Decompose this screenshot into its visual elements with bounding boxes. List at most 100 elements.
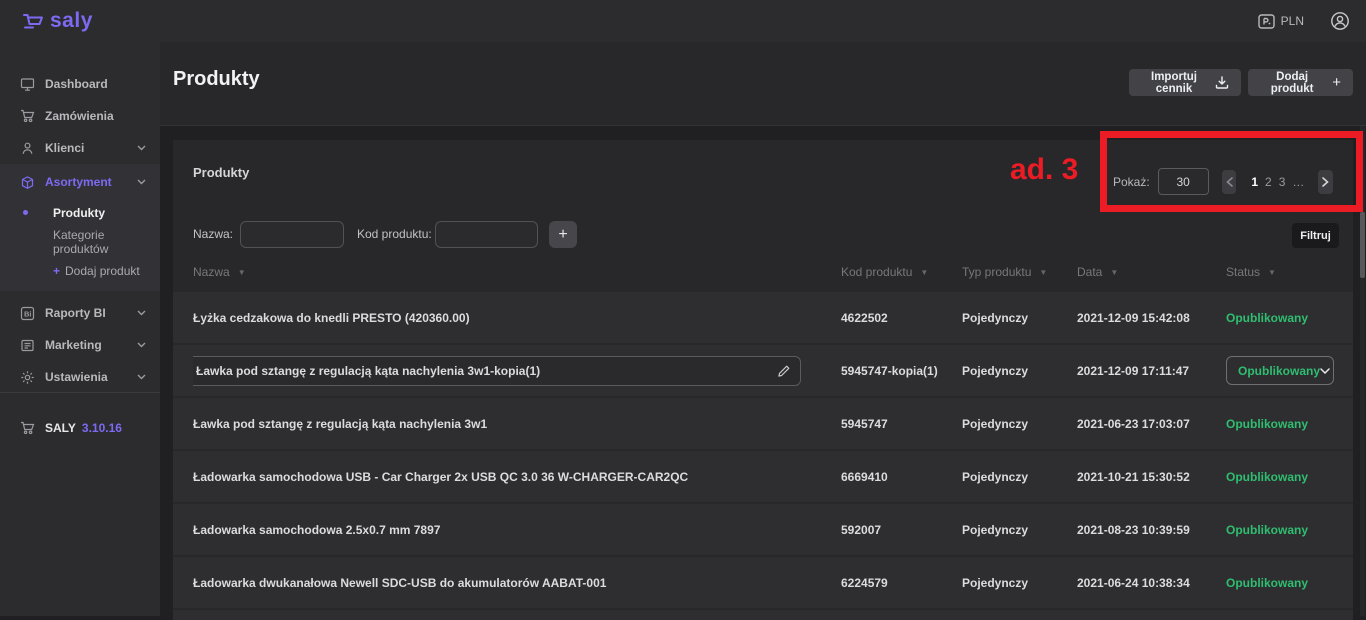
app-logo[interactable]: saly	[22, 9, 93, 33]
currency-label: PLN	[1281, 14, 1304, 28]
next-page-button[interactable]	[1318, 170, 1333, 194]
sort-icon: ▼	[1110, 268, 1118, 277]
table-row[interactable]: Ławka pod sztangę z regulacją kąta nachy…	[173, 398, 1353, 449]
status-badge[interactable]: Opublikowany	[1226, 417, 1308, 431]
currency-selector[interactable]: PLN	[1258, 14, 1304, 29]
sidebar-item-ustawienia[interactable]: Ustawienia	[0, 361, 160, 393]
status-badge[interactable]: Opublikowany	[1226, 311, 1308, 325]
page-number[interactable]: 2	[1265, 175, 1272, 189]
sidebar-subitem-dodaj-produkt[interactable]: + Dodaj produkt	[0, 256, 160, 285]
product-code: 6224579	[841, 576, 962, 590]
sidebar-label: Marketing	[45, 338, 102, 352]
gear-icon	[20, 370, 35, 385]
sidebar-footer: SALY 3.10.16	[0, 392, 160, 441]
chevron-down-icon	[137, 310, 146, 316]
column-header-kod[interactable]: Kod produktu▼	[841, 265, 962, 279]
logo-text: saly	[50, 9, 93, 33]
chevron-down-icon	[137, 342, 146, 348]
filter-bar: Nazwa: Kod produktu: + Filtruj	[173, 214, 1353, 254]
download-icon	[1215, 76, 1229, 89]
sidebar-item-klienci[interactable]: Klienci	[0, 132, 160, 164]
product-code: 4622502	[841, 311, 962, 325]
name-filter-input[interactable]	[240, 221, 344, 248]
table-row[interactable]: Ławka pod sztangę z regulacją kąta nachy…	[173, 345, 1353, 396]
pagination: Pokaż: 123…	[1113, 158, 1333, 205]
table-header: Nazwa▼ Kod produktu▼ Typ produktu▼ Data▼…	[173, 258, 1353, 286]
status-badge[interactable]: Opublikowany	[1226, 523, 1308, 537]
news-icon	[20, 338, 35, 353]
page-number[interactable]: 1	[1251, 175, 1258, 189]
table-row[interactable]: Ładowarka samochodowa USB - Car Charger …	[173, 451, 1353, 502]
product-type: Pojedynczy	[962, 470, 1077, 484]
svg-text:Bi: Bi	[24, 309, 32, 318]
page-size-input[interactable]	[1158, 168, 1209, 195]
page-numbers[interactable]: 123 …	[1251, 175, 1304, 189]
account-icon[interactable]	[1330, 11, 1350, 31]
chevron-down-icon	[137, 374, 146, 380]
sidebar-label: Ustawienia	[45, 370, 108, 384]
column-header-status[interactable]: Status▼	[1226, 265, 1366, 279]
monitor-icon	[20, 77, 35, 92]
page-number[interactable]: 3	[1279, 175, 1286, 189]
plus-icon: +	[1332, 74, 1341, 91]
add-filter-button[interactable]: +	[549, 221, 577, 248]
sidebar-item-asortyment[interactable]: Asortyment	[0, 166, 160, 198]
cart-icon	[20, 421, 35, 435]
filter-button[interactable]: Filtruj	[1292, 223, 1339, 248]
column-header-data[interactable]: Data▼	[1077, 265, 1226, 279]
sidebar-item-marketing[interactable]: Marketing	[0, 329, 160, 361]
table-row-partial	[173, 610, 1353, 620]
import-pricelist-button[interactable]: Importuj cennik	[1129, 69, 1241, 96]
status-dropdown[interactable]: Opublikowany	[1226, 356, 1334, 385]
table-row[interactable]: Ładowarka dwukanałowa Newell SDC-USB do …	[173, 557, 1353, 608]
name-filter-label: Nazwa:	[193, 227, 233, 241]
status-badge[interactable]: Opublikowany	[1226, 470, 1308, 484]
table-row[interactable]: Ładowarka samochodowa 2.5x0.7 mm 7897 Ła…	[173, 504, 1353, 555]
add-product-button[interactable]: Dodaj produkt +	[1248, 69, 1353, 96]
page-header: Produkty Importuj cennik Dodaj produkt +	[160, 42, 1366, 126]
product-date: 2021-08-23 10:39:59	[1077, 523, 1226, 537]
product-date: 2021-12-09 15:42:08	[1077, 311, 1226, 325]
page-number[interactable]: …	[1292, 175, 1304, 189]
package-icon	[20, 175, 35, 190]
scrollbar-track[interactable]	[1360, 126, 1365, 616]
prev-page-button[interactable]	[1222, 170, 1237, 194]
add-button-label: Dodaj produkt	[1260, 71, 1324, 95]
scrollbar-thumb[interactable]	[1360, 212, 1365, 278]
product-name: Ładowarka dwukanałowa Newell SDC-USB do …	[193, 576, 606, 590]
page-title: Produkty	[173, 68, 260, 91]
panel-title: Produkty	[193, 165, 249, 180]
sidebar-item-zamowienia[interactable]: Zamówienia	[0, 100, 160, 132]
sidebar: Dashboard Zamówienia Klienci Asortym	[0, 42, 160, 616]
sidebar-label: Raporty BI	[45, 306, 106, 320]
product-name: Łyżka cedzakowa do knedli PRESTO (420360…	[193, 311, 470, 325]
product-type: Pojedynczy	[962, 417, 1077, 431]
sidebar-sublabel: Produkty	[53, 206, 105, 220]
sidebar-item-dashboard[interactable]: Dashboard	[0, 68, 160, 100]
topbar: saly PLN	[0, 0, 1366, 42]
status-badge[interactable]: Opublikowany	[1226, 576, 1308, 590]
import-button-label: Importuj cennik	[1141, 71, 1207, 95]
plus-icon: +	[53, 264, 60, 278]
sidebar-item-raporty-bi[interactable]: Bi Raporty BI	[0, 297, 160, 329]
app-version: SALY 3.10.16	[0, 415, 160, 441]
product-name: Ładowarka samochodowa USB - Car Charger …	[193, 470, 688, 484]
product-type: Pojedynczy	[962, 523, 1077, 537]
sidebar-label: Asortyment	[45, 175, 112, 189]
product-date: 2021-06-23 17:03:07	[1077, 417, 1226, 431]
cart-logo-icon	[22, 11, 46, 31]
product-name: Ładowarka samochodowa 2.5x0.7 mm 7897	[193, 523, 440, 537]
person-icon	[20, 141, 35, 156]
product-name-input[interactable]: Ławka pod sztangę z regulacją kąta nachy…	[193, 356, 801, 386]
sidebar-group-asortyment: Asortyment Produkty Kategorie produktów …	[0, 164, 160, 291]
sidebar-subitem-produkty[interactable]: Produkty	[0, 198, 160, 227]
column-header-typ[interactable]: Typ produktu▼	[962, 265, 1077, 279]
sidebar-subitem-kategorie[interactable]: Kategorie produktów	[0, 227, 160, 256]
sidebar-label: Zamówienia	[45, 109, 114, 123]
table-row[interactable]: Łyżka cedzakowa do knedli PRESTO (420360…	[173, 292, 1353, 343]
code-filter-input[interactable]	[435, 221, 538, 248]
edit-pencil-icon[interactable]	[778, 365, 790, 377]
code-filter-label: Kod produktu:	[357, 227, 432, 241]
app-name: SALY	[45, 421, 76, 435]
column-header-nazwa[interactable]: Nazwa▼	[193, 265, 841, 279]
